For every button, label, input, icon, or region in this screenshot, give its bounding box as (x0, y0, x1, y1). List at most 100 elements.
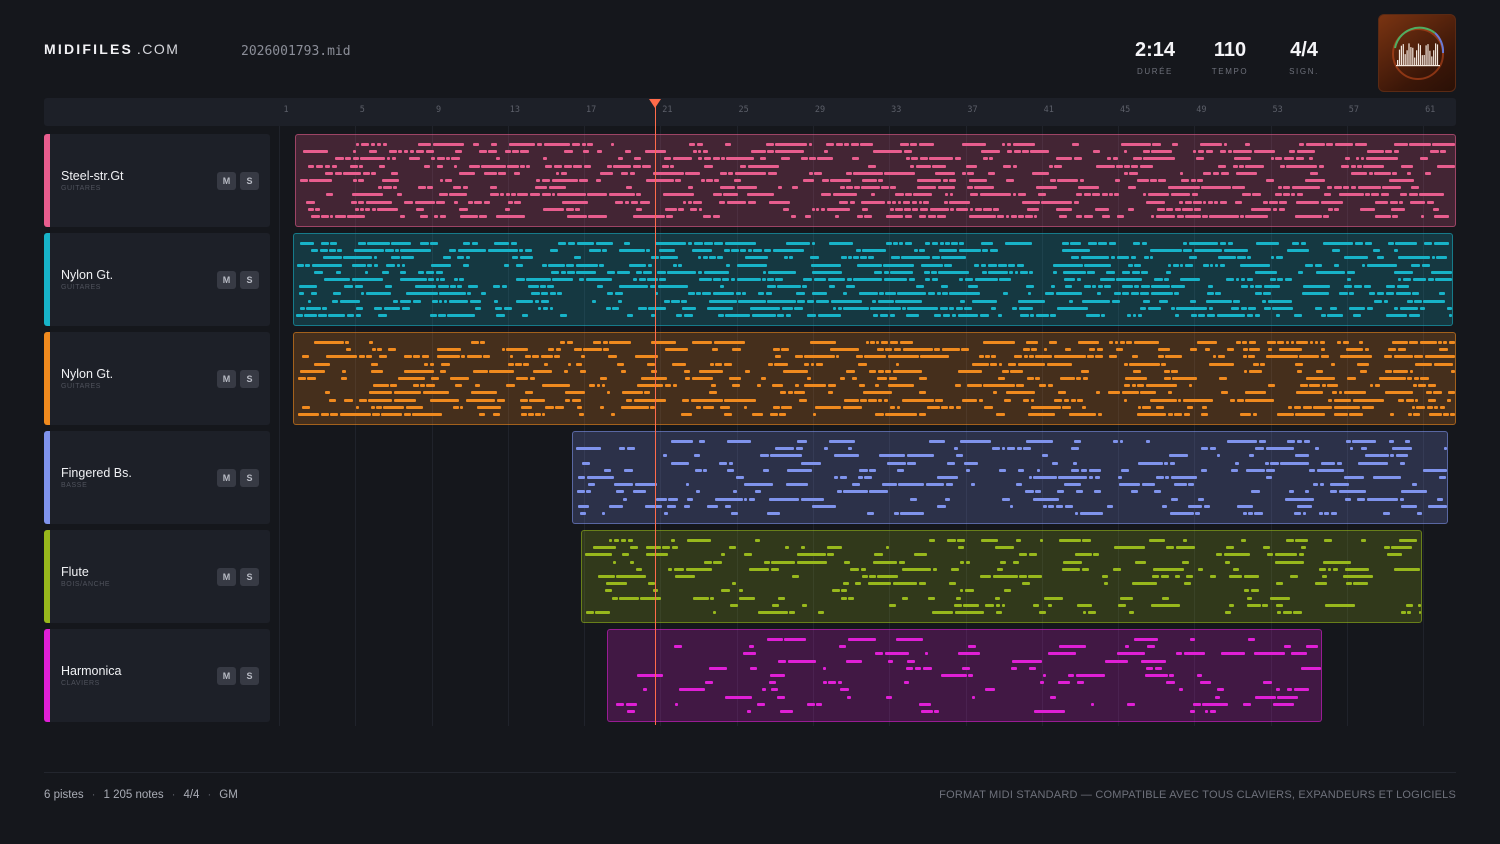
midi-note (1210, 263, 1214, 267)
midi-note (1119, 483, 1141, 487)
solo-button[interactable]: S (240, 469, 259, 487)
midi-note (1127, 186, 1136, 190)
midi-region[interactable] (295, 134, 1456, 227)
midi-note (661, 164, 669, 168)
timeline-ruler[interactable]: 1 5 9 13 17 21 25 29 33 37 41 45 49 53 57 61 (44, 98, 1456, 126)
midi-note (957, 539, 966, 542)
track-header[interactable]: Steel-str.Gt GUITARES M S (44, 134, 270, 227)
midi-note (1227, 242, 1234, 245)
midi-note (942, 292, 948, 296)
midi-note (1208, 306, 1213, 310)
midi-note (744, 497, 748, 501)
midi-note (888, 384, 914, 388)
midi-note (903, 150, 912, 154)
mute-button[interactable]: M (217, 370, 236, 388)
midi-note (724, 242, 756, 245)
ruler-tick: 5 (359, 105, 365, 115)
mute-button[interactable]: M (217, 271, 236, 289)
midi-note (718, 200, 726, 204)
midi-note (427, 186, 433, 190)
midi-note (779, 710, 794, 713)
mute-button[interactable]: M (217, 667, 236, 685)
track-header[interactable]: Harmonica CLAVIERS M S (44, 629, 270, 722)
track-header[interactable]: Nylon Gt. GUITARES M S (44, 233, 270, 326)
midi-note (1096, 348, 1104, 352)
midi-note (1433, 207, 1440, 211)
playhead-marker-icon[interactable] (649, 99, 661, 108)
midi-note (1030, 314, 1035, 317)
midi-region[interactable] (293, 332, 1456, 425)
midi-note (1196, 157, 1204, 161)
solo-button[interactable]: S (240, 568, 259, 586)
midi-note (1185, 575, 1193, 578)
midi-note (1243, 575, 1260, 578)
playhead[interactable] (649, 99, 661, 725)
midi-note (885, 413, 918, 416)
mute-button[interactable]: M (217, 568, 236, 586)
midi-note (964, 461, 979, 465)
mute-button[interactable]: M (217, 172, 236, 190)
track-header[interactable]: Flute BOIS/ANCHE M S (44, 530, 270, 623)
midi-note (822, 666, 827, 670)
midi-note (1162, 596, 1169, 600)
midi-note (1287, 249, 1309, 253)
solo-button[interactable]: S (240, 370, 259, 388)
midi-note (1409, 200, 1426, 204)
midi-note (399, 299, 412, 303)
midi-note (514, 200, 522, 204)
midi-note (324, 171, 334, 175)
midi-note (904, 207, 911, 211)
midi-note (1398, 256, 1431, 260)
midi-note (806, 299, 815, 303)
midi-note (515, 278, 525, 281)
track-header[interactable]: Nylon Gt. GUITARES M S (44, 332, 270, 425)
midi-note (420, 242, 429, 245)
midi-note (1434, 405, 1439, 409)
midi-note (982, 249, 989, 253)
midi-note (487, 249, 518, 253)
brand-logo[interactable]: MIDIFILES .COM (44, 41, 179, 57)
solo-button[interactable]: S (240, 667, 259, 685)
midi-note (1129, 362, 1160, 366)
midi-note (1373, 476, 1402, 479)
waveform-thumbnail[interactable] (1378, 14, 1456, 92)
solo-button[interactable]: S (240, 271, 259, 289)
midi-note (1181, 179, 1190, 182)
solo-button[interactable]: S (240, 172, 259, 190)
midi-note (1253, 150, 1276, 154)
midi-note (723, 362, 732, 366)
midi-region[interactable] (293, 233, 1453, 326)
midi-note (1073, 440, 1082, 443)
midi-note (1190, 179, 1196, 182)
track-header[interactable]: Fingered Bs. BASSE M S (44, 431, 270, 524)
midi-note (1030, 405, 1061, 409)
midi-note (655, 242, 687, 245)
midi-note (860, 567, 866, 571)
midi-note (1158, 348, 1171, 352)
midi-note (1192, 702, 1201, 706)
midi-region[interactable] (572, 431, 1448, 524)
midi-note (1386, 285, 1396, 289)
midi-note (1267, 341, 1276, 344)
midi-region[interactable] (607, 629, 1322, 722)
midi-note (909, 497, 917, 501)
mute-button[interactable]: M (217, 469, 236, 487)
midi-note (770, 674, 786, 677)
midi-note (1267, 348, 1273, 352)
midi-region[interactable] (581, 530, 1422, 623)
midi-note (870, 193, 875, 197)
midi-note (1224, 560, 1230, 564)
midi-note (455, 384, 463, 388)
midi-note (1353, 314, 1361, 317)
midi-note (548, 348, 555, 352)
midi-note (1107, 157, 1112, 161)
midi-note (1203, 504, 1210, 508)
midi-note (673, 645, 683, 649)
midi-note (1343, 391, 1366, 395)
midi-note (961, 348, 969, 352)
midi-note (747, 249, 752, 253)
midi-note (520, 405, 532, 409)
ruler-tick: 45 (1119, 105, 1131, 115)
midi-note (845, 171, 852, 175)
midi-note (543, 143, 571, 146)
